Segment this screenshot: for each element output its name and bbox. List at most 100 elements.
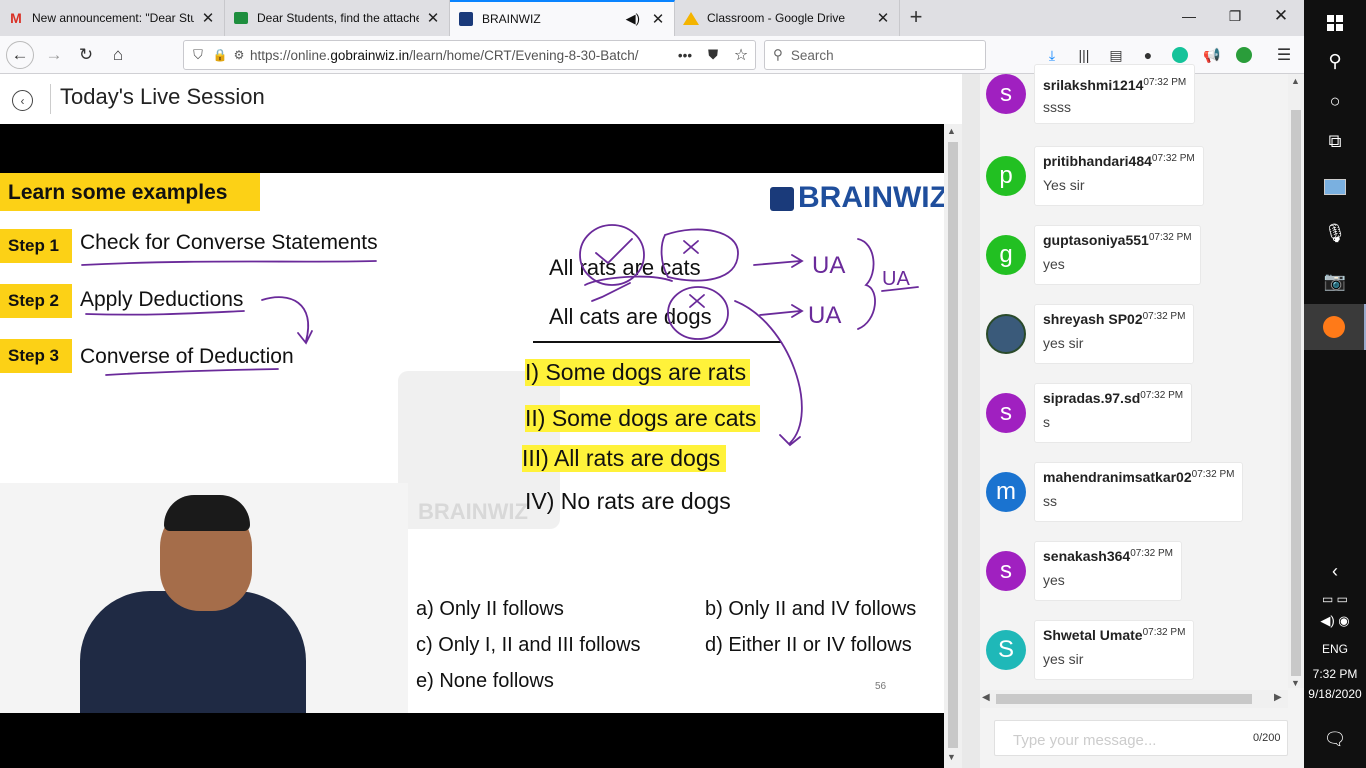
message-bubble: srilakshmi121407:32 PM ssss [1034, 64, 1196, 124]
url-domain: gobrainwiz.in [330, 47, 410, 63]
close-tab-icon[interactable]: ✕ [425, 9, 441, 27]
cross-cats-1 [683, 240, 699, 254]
announce-icon[interactable]: 📢 [1202, 45, 1222, 65]
scroll-thumb[interactable] [948, 142, 958, 748]
message-time: 07:32 PM [1143, 77, 1187, 88]
url-bar[interactable]: ⛉ 🔒 ⚙ https://online.gobrainwiz.in/learn… [183, 40, 756, 70]
notifications-icon[interactable]: 🗨 [1304, 716, 1366, 762]
username: sipradas.97.sd [1043, 390, 1141, 406]
new-tab-button[interactable]: + [902, 4, 930, 30]
scroll-right-icon[interactable]: ▶ [1274, 692, 1282, 703]
annotation-ua-1: UA [812, 252, 845, 279]
extension-badge-icon[interactable] [1236, 47, 1252, 63]
close-tab-icon[interactable]: ✕ [650, 10, 666, 28]
pocket-icon[interactable]: ⛊ [699, 47, 727, 63]
video-player[interactable]: Learn some examples BRAINWIZ Step 1 Chec… [0, 124, 944, 768]
scroll-up-icon[interactable]: ▲ [947, 126, 956, 136]
tab-drive[interactable]: Classroom - Google Drive ✕ [675, 0, 900, 36]
account-icon[interactable]: ● [1138, 45, 1158, 65]
chat-message: s senakash36407:32 PM yes [974, 541, 1264, 607]
check-rats [595, 238, 633, 265]
recorder-app-icon[interactable]: 🎙 [1304, 210, 1366, 256]
forward-button[interactable]: → [40, 41, 68, 69]
message-bubble: guptasoniya55107:32 PM yes [1034, 225, 1201, 285]
username: mahendranimsatkar02 [1043, 469, 1192, 485]
tab-bar: M New announcement: "Dear Stu ✕ Dear Stu… [0, 0, 1304, 36]
page-content: ‹ Today's Live Session Learn some exampl… [0, 74, 962, 768]
brace [857, 238, 876, 330]
header-divider [50, 84, 51, 114]
username: guptasoniya551 [1043, 232, 1149, 248]
close-tab-icon[interactable]: ✕ [200, 9, 216, 27]
menu-icon[interactable]: ☰ [1274, 45, 1294, 65]
task-view-icon[interactable]: ⧉ [1304, 118, 1366, 164]
avatar: s [986, 551, 1026, 591]
username: shreyash SP02 [1043, 311, 1143, 327]
scroll-thumb[interactable] [1291, 110, 1301, 676]
message-time: 07:32 PM [1142, 627, 1186, 638]
underline-step-1 [81, 260, 377, 266]
chat-vscroll[interactable]: ▲ ▼ [1288, 74, 1304, 688]
lock-icon[interactable]: 🔒 [212, 48, 228, 62]
message-bubble: pritibhandari48407:32 PM Yes sir [1034, 146, 1204, 206]
firefox-app-icon[interactable] [1304, 304, 1366, 350]
clock-time[interactable]: 7:32 PM [1304, 664, 1366, 684]
minimize-button[interactable]: — [1166, 0, 1212, 32]
tab-brainwiz[interactable]: BRAINWIZ ◀) ✕ [450, 0, 675, 36]
page-actions-icon[interactable]: ••• [671, 48, 699, 63]
tab-title: Classroom - Google Drive [707, 11, 846, 25]
chat-input[interactable]: Type your message... 0/200 [994, 720, 1288, 756]
message-text: yes sir [1043, 335, 1084, 351]
message-text: yes [1043, 572, 1065, 588]
library-icon[interactable]: ||| [1074, 45, 1094, 65]
close-window-button[interactable]: ✕ [1258, 0, 1304, 32]
camera-app-icon[interactable]: 📷 [1304, 258, 1366, 304]
clock-date[interactable]: 9/18/2020 [1304, 684, 1366, 704]
url-text[interactable]: https://online.gobrainwiz.in/learn/home/… [250, 48, 671, 63]
chat-hscroll[interactable]: ◀ ▶ [980, 690, 1288, 708]
chat-message: s srilakshmi121407:32 PM ssss [974, 64, 1264, 130]
tab-title: New announcement: "Dear Stu [32, 11, 194, 25]
home-button[interactable]: ⌂ [104, 41, 132, 69]
tab-gmail[interactable]: M New announcement: "Dear Stu ✕ [0, 0, 225, 36]
download-icon[interactable]: ⤓ [1042, 45, 1062, 65]
chat-message: m mahendranimsatkar0207:32 PM ss [974, 462, 1264, 528]
tab-title: Dear Students, find the attache [257, 11, 419, 25]
scroll-down-icon[interactable]: ▼ [947, 752, 956, 762]
back-button[interactable]: ← [6, 41, 34, 69]
sidebar-icon[interactable]: ▤ [1106, 45, 1126, 65]
annotation-ua-3: UA [882, 268, 910, 290]
back-circle-icon[interactable]: ‹ [12, 90, 33, 111]
scroll-left-icon[interactable]: ◀ [982, 692, 990, 703]
box-cats-1 [660, 228, 739, 282]
scroll-down-icon[interactable]: ▼ [1291, 678, 1300, 688]
photos-app-icon[interactable] [1304, 164, 1366, 210]
restore-button[interactable]: ❐ [1212, 0, 1258, 32]
message-text: ss [1043, 493, 1057, 509]
scroll-thumb[interactable] [996, 694, 1252, 704]
tab-classroom[interactable]: Dear Students, find the attache ✕ [225, 0, 450, 36]
message-time: 07:32 PM [1140, 390, 1184, 401]
gmail-icon: M [10, 10, 22, 26]
bookmark-star-icon[interactable]: ☆ [727, 45, 755, 65]
message-text: yes sir [1043, 651, 1084, 667]
chat-message: g guptasoniya55107:32 PM yes [974, 225, 1264, 291]
message-text: Yes sir [1043, 177, 1085, 193]
search-icon: ⚲ [773, 47, 783, 62]
cross-dogs [689, 294, 705, 308]
reload-button[interactable]: ↻ [72, 41, 100, 69]
message-bubble: sipradas.97.sd07:32 PM s [1034, 383, 1193, 443]
close-tab-icon[interactable]: ✕ [875, 9, 891, 27]
avatar: g [986, 235, 1026, 275]
shield-icon[interactable]: ⛉ [184, 47, 212, 63]
permissions-icon[interactable]: ⚙ [228, 48, 250, 62]
page-scrollbar[interactable]: ▲ ▼ [944, 124, 962, 768]
message-text: s [1043, 414, 1050, 430]
grammarly-icon[interactable] [1172, 47, 1188, 63]
search-box[interactable]: ⚲ Search [764, 40, 986, 70]
scroll-up-icon[interactable]: ▲ [1291, 76, 1300, 86]
message-text: ssss [1043, 99, 1071, 115]
message-bubble: Shwetal Umate07:32 PM yes sir [1034, 620, 1195, 680]
message-time: 07:32 PM [1142, 311, 1186, 322]
speaker-icon[interactable]: ◀) [626, 11, 640, 27]
